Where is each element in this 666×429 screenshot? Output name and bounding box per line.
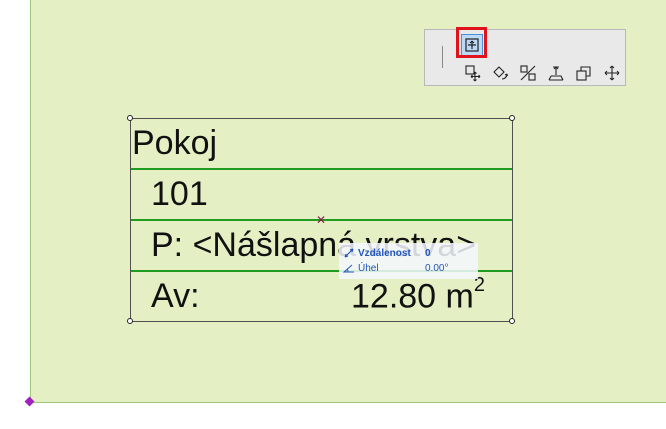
area-value-text: 12.80 m [351,277,474,316]
move-icon [604,65,620,81]
canvas-border [30,402,666,403]
distance-label: Vzdálenost [358,247,411,259]
palette-separator [442,46,443,68]
angle-value[interactable]: 0.00° [425,263,448,274]
selection-handle[interactable] [127,115,133,121]
pet-palette [424,29,626,86]
rotate-icon [493,66,508,80]
zone-name: Pokoj [132,124,218,162]
drag-button[interactable] [462,62,484,84]
selection-handle[interactable] [127,318,133,324]
zone-area-value: 12.80 m2 [351,275,485,316]
move-button[interactable] [601,62,623,84]
selection-handle[interactable] [509,115,515,121]
tool-highlight-frame [456,27,487,58]
distance-icon [344,248,354,258]
elevate-button[interactable] [545,62,567,84]
rotate-button[interactable] [489,62,511,84]
tracker-distance-row: Vzdálenost 0 [343,246,431,260]
tracker-angle-row: Úhel 0.00° [343,261,448,275]
canvas-border [30,0,31,403]
distance-value[interactable]: 0 [425,248,431,259]
elevate-icon [548,66,564,81]
zone-stamp-divider [131,168,512,170]
multiply-icon [576,66,591,81]
drag-icon [465,65,481,82]
mirror-button[interactable] [517,62,539,84]
tracker: Vzdálenost 0 Úhel 0.00° [339,243,478,279]
angle-label: Úhel [358,262,379,274]
zone-area-label: Av: [151,277,200,315]
mirror-icon [520,65,536,81]
zone-number: 101 [151,175,208,213]
selection-handle[interactable] [509,318,515,324]
angle-icon [343,264,354,273]
multiply-button[interactable] [573,62,595,84]
zone-center-marker: ✕ [316,213,327,227]
